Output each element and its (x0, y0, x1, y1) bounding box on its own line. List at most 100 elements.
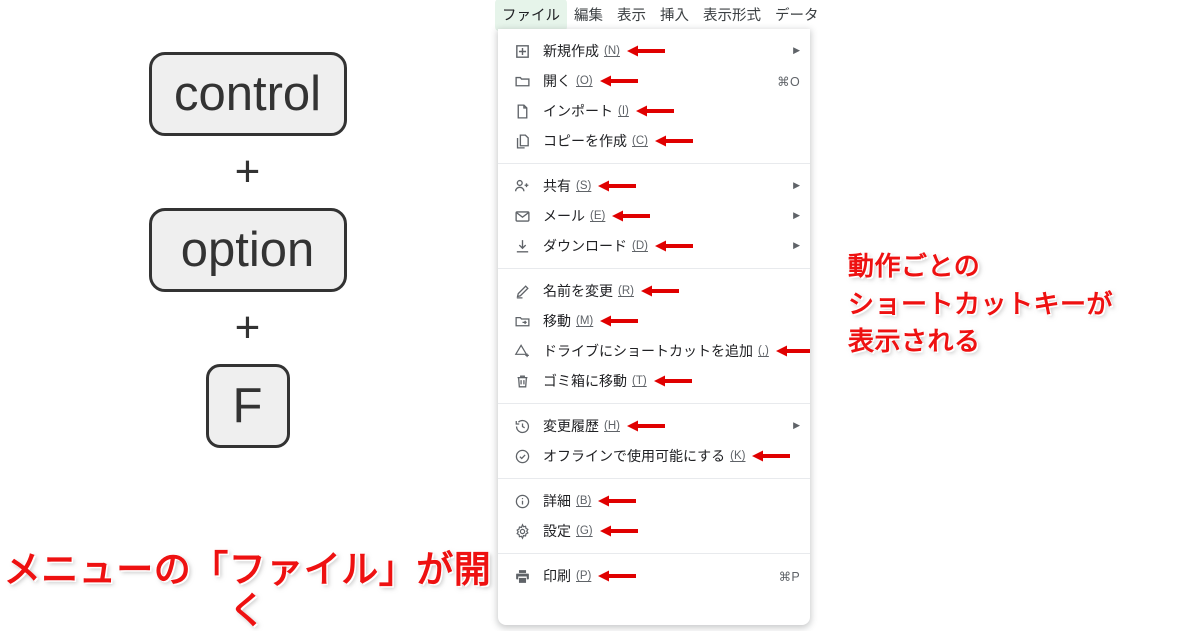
file-menu-dropdown: 新規作成 (N) ▶ 開く (O) ⌘O インポート (I) コピーを作成 (C… (498, 29, 810, 625)
menu-item-right: ▶ (783, 179, 800, 191)
spreadsheet-menu: ファイル 編集 表示 挿入 表示形式 データ 新規作成 (N) ▶ 開く (O)… (495, 0, 819, 630)
red-arrow-icon (598, 569, 637, 583)
menu-item-label: メール (543, 208, 585, 224)
menu-item-right: ▶ (783, 419, 800, 431)
menu-item-move[interactable]: 移動 (M) (498, 306, 810, 336)
chevron-right-icon: ▶ (793, 209, 800, 220)
menu-item-import[interactable]: インポート (I) (498, 96, 810, 126)
mail-icon (512, 206, 532, 226)
move-folder-icon (512, 311, 532, 331)
person-add-icon (512, 176, 532, 196)
bottom-caption-text: メニューの「ファイル」が開く (3, 549, 492, 631)
menu-item-right: ⌘P (769, 569, 800, 584)
red-arrow-icon (635, 104, 674, 118)
menu-item-email[interactable]: メール (E) ▶ (498, 201, 810, 231)
new-file-icon (512, 41, 532, 61)
menu-item-add-drive-shortcut[interactable]: ドライブにショートカットを追加 (,) (498, 336, 810, 366)
right-caption-line-1: 動作ごとの (848, 251, 981, 281)
menu-item-label: 新規作成 (543, 43, 599, 59)
version-history-icon (512, 416, 532, 436)
menu-item-mnemonic: (T) (632, 375, 647, 387)
gear-icon (512, 521, 532, 541)
red-arrow-icon (775, 344, 810, 358)
menu-item-label: 移動 (543, 313, 571, 329)
menubar-item-format[interactable]: 表示形式 (696, 0, 768, 31)
red-arrow-icon (752, 449, 791, 463)
red-arrow-icon (640, 284, 679, 298)
red-arrow-icon (612, 209, 651, 223)
menu-item-mnemonic: (P) (576, 570, 592, 582)
menu-item-new[interactable]: 新規作成 (N) ▶ (498, 36, 810, 66)
plus-separator-2: + (234, 303, 261, 352)
menubar-item-data[interactable]: データ (768, 0, 826, 31)
red-arrow-icon (599, 74, 638, 88)
right-caption-line-3: 表示される (848, 326, 981, 357)
print-icon (512, 566, 532, 586)
chevron-right-icon: ▶ (793, 419, 800, 430)
menu-item-mnemonic: (C) (632, 135, 648, 147)
menu-item-label: 印刷 (543, 568, 571, 584)
menu-item-settings[interactable]: 設定 (G) (498, 516, 810, 546)
menu-item-rename[interactable]: 名前を変更 (R) (498, 276, 810, 306)
red-arrow-icon (653, 374, 692, 388)
red-arrow-icon (654, 239, 693, 253)
menu-item-label: コピーを作成 (543, 133, 627, 149)
menu-item-label: 変更履歴 (543, 418, 599, 434)
shortcut-key-illustration: control + option + F メニューの「ファイル」が開く (0, 0, 495, 631)
menu-item-mnemonic: (D) (632, 240, 648, 252)
menu-item-label: 共有 (543, 178, 571, 194)
info-icon (512, 491, 532, 511)
menu-item-mnemonic: (O) (576, 75, 593, 87)
menu-item-open[interactable]: 開く (O) ⌘O (498, 66, 810, 96)
menu-item-label: ダウンロード (543, 238, 627, 254)
red-arrow-icon (599, 524, 638, 538)
right-caption-text: 動作ごとの ショートカットキーが 表示される (848, 248, 1198, 361)
menubar-item-view[interactable]: 表示 (610, 0, 653, 31)
menu-section-history: 変更履歴 (H) ▶ オフラインで使用可能にする (K) (498, 403, 810, 478)
menu-item-mnemonic: (E) (590, 210, 606, 222)
menubar-item-insert[interactable]: 挿入 (653, 0, 696, 31)
offline-check-icon (512, 446, 532, 466)
menu-section-file-basics: 新規作成 (N) ▶ 開く (O) ⌘O インポート (I) コピーを作成 (C… (498, 29, 810, 163)
menu-item-share[interactable]: 共有 (S) ▶ (498, 171, 810, 201)
menu-item-mnemonic: (K) (730, 450, 746, 462)
plus-separator-1: + (234, 147, 261, 196)
menu-section-details: 詳細 (B) 設定 (G) (498, 478, 810, 553)
red-arrow-icon (654, 134, 693, 148)
menu-item-label: 詳細 (543, 493, 571, 509)
rename-pencil-icon (512, 281, 532, 301)
folder-open-icon (512, 71, 532, 91)
menu-item-mnemonic: (,) (758, 345, 769, 357)
menu-item-make-available-offline[interactable]: オフラインで使用可能にする (K) (498, 441, 810, 471)
keycap-control: control (148, 52, 347, 136)
menu-item-shortcut: ⌘P (778, 569, 800, 584)
menu-item-version-history[interactable]: 変更履歴 (H) ▶ (498, 411, 810, 441)
menu-item-make-copy[interactable]: コピーを作成 (C) (498, 126, 810, 156)
menu-item-right: ▶ (783, 44, 800, 56)
menu-item-right: ⌘O (767, 74, 800, 89)
red-arrow-icon (626, 44, 665, 58)
menu-item-details[interactable]: 詳細 (B) (498, 486, 810, 516)
menubar-item-edit[interactable]: 編集 (567, 0, 610, 31)
menu-item-label: 名前を変更 (543, 283, 613, 299)
red-arrow-icon (598, 179, 637, 193)
menu-item-mnemonic: (M) (576, 315, 594, 327)
make-copy-icon (512, 131, 532, 151)
menu-item-mnemonic: (B) (576, 495, 592, 507)
menu-item-label: ゴミ箱に移動 (543, 373, 627, 389)
menu-item-download[interactable]: ダウンロード (D) ▶ (498, 231, 810, 261)
menu-item-label: インポート (543, 103, 613, 119)
menubar-item-file[interactable]: ファイル (495, 0, 567, 31)
chevron-right-icon: ▶ (793, 44, 800, 55)
menu-item-move-to-trash[interactable]: ゴミ箱に移動 (T) (498, 366, 810, 396)
menu-section-file-ops: 名前を変更 (R) 移動 (M) ドライブにショートカットを追加 (,) ゴミ箱… (498, 268, 810, 403)
menubar: ファイル 編集 表示 挿入 表示形式 データ (495, 0, 819, 31)
chevron-right-icon: ▶ (793, 179, 800, 190)
red-arrow-icon (598, 494, 637, 508)
right-caption-line-2: ショートカットキーが (848, 288, 1114, 319)
menu-item-label: 開く (543, 73, 571, 89)
menu-item-label: オフラインで使用可能にする (543, 448, 726, 464)
menu-item-print[interactable]: 印刷 (P) ⌘P (498, 561, 810, 591)
download-icon (512, 236, 532, 256)
red-arrow-icon (600, 314, 639, 328)
